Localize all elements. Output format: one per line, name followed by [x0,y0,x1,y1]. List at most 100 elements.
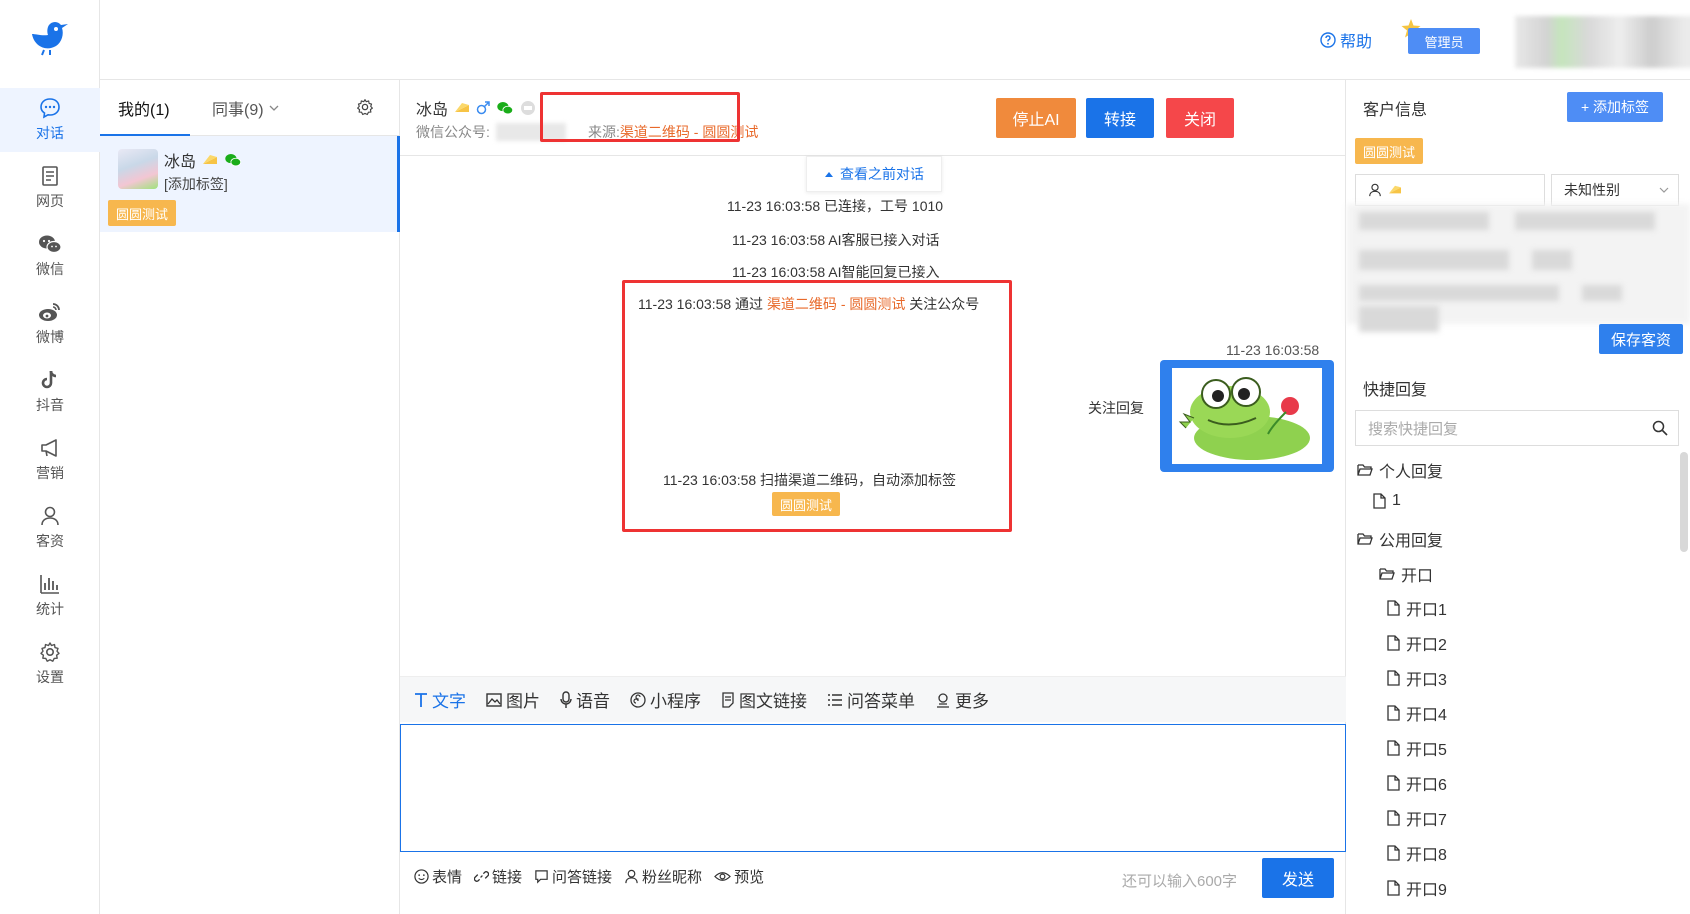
customer-name-field[interactable] [1355,174,1545,206]
quick-reply-item[interactable]: 开口1 [1387,596,1447,620]
remaining-chars: 还可以输入600字 [1122,873,1238,890]
link-button[interactable]: 链接 [474,866,522,887]
blurred-field [1359,306,1439,332]
qa-link-button[interactable]: 问答链接 [534,866,612,887]
quick-reply-item[interactable]: 开口2 [1387,631,1447,655]
top-bar: 帮助 管理员 [100,0,1690,80]
male-icon [476,101,490,115]
help-link[interactable]: 帮助 [1320,28,1372,52]
nav-item-web[interactable]: 网页 [0,156,100,220]
quick-reply-item[interactable]: 1 [1373,492,1401,510]
view-history-link[interactable]: 查看之前对话 [806,156,942,192]
qa-link-icon [535,870,548,884]
tab-more[interactable]: 更多 [935,687,989,712]
folder-personal[interactable]: 个人回复 [1357,458,1443,482]
preview-button[interactable]: 预览 [714,866,764,887]
tab-text[interactable]: 文字 [414,687,466,712]
nav-label: 统计 [36,601,64,617]
document-icon [42,166,58,186]
reply-timestamp: 11-23 16:03:58 [1226,342,1320,358]
reply-image-bubble[interactable] [1160,360,1334,472]
save-customer-button[interactable]: 保存客资 [1599,324,1683,354]
toolbar-label: 更多 [955,692,989,711]
folder-public[interactable]: 公用回复 [1357,527,1443,551]
gear-icon [40,642,60,662]
nav-item-customers[interactable]: 客资 [0,496,100,560]
bottom-tool-label: 链接 [492,869,523,886]
blurred-field [1515,212,1655,230]
wechat-icon [497,102,514,115]
nav-item-wechat[interactable]: 微信 [0,224,100,288]
quick-reply-item[interactable]: 开口4 [1387,701,1447,725]
file-icon [1387,740,1400,756]
blurred-field [1359,250,1509,270]
emoji-button[interactable]: 表情 [414,866,462,887]
nav-item-weibo[interactable]: 微博 [0,292,100,356]
quick-reply-search[interactable]: 搜索快捷回复 [1355,410,1679,446]
toolbar-label: 问答菜单 [847,692,915,711]
quick-reply-label: 开口1 [1406,602,1447,619]
chat-panel: 冰岛 微信公众号: 来源:渠道二维码 - 圆圆测试 停止AI 转接 关闭 查看之… [400,80,1346,914]
id-badge-icon [521,101,536,115]
tab-article-link[interactable]: 图文链接 [721,687,807,712]
quick-reply-scrollbar[interactable] [1680,452,1688,552]
chat-bubble-icon [40,98,60,119]
user-icon [1369,183,1381,197]
gear-icon[interactable] [356,98,374,116]
tab-colleagues[interactable]: 同事(9) [212,96,280,120]
stop-ai-button[interactable]: 停止AI [996,98,1076,138]
fan-nickname-button[interactable]: 粉丝昵称 [624,866,702,887]
quick-reply-item[interactable]: 开口5 [1387,736,1447,760]
toolbar-label: 小程序 [650,692,701,711]
folder-open-icon [1357,464,1373,476]
tab-image[interactable]: 图片 [486,687,540,712]
tab-mine[interactable]: 我的(1) [118,96,170,120]
nav-label: 营销 [36,465,64,481]
message-input[interactable] [400,724,1346,852]
question-circle-icon [1320,32,1336,48]
search-icon[interactable] [1652,420,1668,436]
nav-item-settings[interactable]: 设置 [0,632,100,696]
tab-colleagues-label: 同事(9) [212,102,264,119]
nav-item-marketing[interactable]: 营销 [0,428,100,492]
nav-label: 网页 [36,193,64,209]
send-button[interactable]: 发送 [1262,858,1334,898]
quick-reply-search-placeholder: 搜索快捷回复 [1368,420,1459,438]
conversation-item[interactable]: 冰岛 [添加标签] 圆圆测试 [100,136,400,232]
user-info-blurred[interactable] [1515,16,1690,68]
account-label: 微信公众号: [416,124,490,140]
transfer-button[interactable]: 转接 [1086,98,1154,138]
quick-reply-item[interactable]: 开口9 [1387,876,1447,900]
chat-contact-name: 冰岛 [416,102,449,119]
file-icon [1387,705,1400,721]
folder-kaikou[interactable]: 开口 [1379,562,1433,586]
system-message: 11-23 16:03:58 AI客服已接入对话 [732,232,940,248]
nav-item-chat[interactable]: 对话 [0,88,100,152]
tab-qa-menu[interactable]: 问答菜单 [827,687,915,712]
gender-value: 未知性别 [1564,182,1620,198]
conversation-add-tag[interactable]: [添加标签] [164,174,228,194]
tab-miniprogram[interactable]: 小程序 [630,687,701,712]
gender-select[interactable]: 未知性别 [1551,174,1679,206]
nav-label: 设置 [36,669,64,685]
highlight-box [540,92,740,142]
close-button[interactable]: 关闭 [1166,98,1234,138]
add-tag-button[interactable]: + 添加标签 [1567,92,1663,122]
help-label: 帮助 [1340,34,1373,51]
toolbar-label: 图片 [506,692,540,711]
bird-logo-icon [28,20,70,56]
list-tabs: 我的(1) 同事(9) [100,80,399,136]
quick-reply-item[interactable]: 开口6 [1387,771,1447,795]
follow-event-prefix: 11-23 16:03:58 通过 [638,296,767,312]
wechat-icon [225,154,242,167]
nav-item-stats[interactable]: 统计 [0,564,100,628]
quick-reply-label: 1 [1392,492,1401,509]
tab-voice[interactable]: 语音 [560,687,610,712]
quick-reply-item[interactable]: 开口3 [1387,666,1447,690]
blurred-field [1532,250,1572,270]
nav-item-douyin[interactable]: 抖音 [0,360,100,424]
history-link-label: 查看之前对话 [840,166,924,182]
quick-reply-item[interactable]: 开口7 [1387,806,1447,830]
conversation-list: 我的(1) 同事(9) 冰岛 [添加标签] 圆圆测试 [100,80,400,914]
quick-reply-item[interactable]: 开口8 [1387,841,1447,865]
